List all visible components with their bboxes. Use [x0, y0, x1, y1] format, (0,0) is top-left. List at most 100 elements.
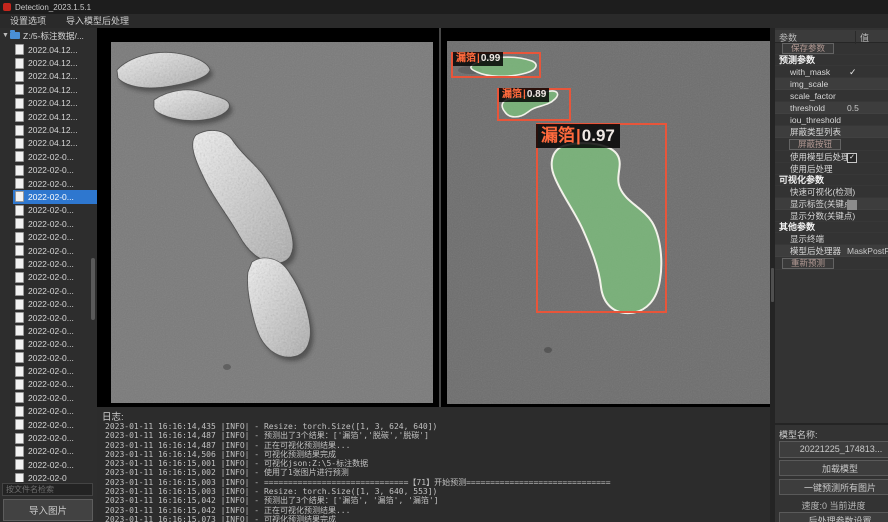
load-model-button[interactable]: 加载模型: [779, 460, 888, 476]
tree-item[interactable]: 2022.04.12...: [13, 83, 97, 96]
param-action-button[interactable]: 重新预测: [782, 258, 834, 269]
checkbox[interactable]: ✓: [847, 153, 857, 163]
tree-item[interactable]: 2022.04.12...: [13, 43, 97, 56]
file-icon: [15, 232, 24, 243]
menu-item[interactable]: 设置选项: [0, 14, 56, 28]
tree-item[interactable]: 2022-02-0...: [13, 150, 97, 163]
postprocess-settings-button[interactable]: 后处理参数设置: [779, 512, 888, 522]
expand-arrow-icon[interactable]: ▼: [2, 32, 10, 39]
tree-scrollbar[interactable]: [91, 258, 95, 320]
tree-item[interactable]: 2022-02-0: [13, 472, 97, 483]
tree-item[interactable]: 2022-02-0...: [13, 405, 97, 418]
log-line: 2023-01-11 16:16:15,002 |INFO| - 使用了1张图片…: [105, 468, 611, 477]
param-action-button[interactable]: 屏蔽按钮: [789, 139, 841, 150]
detection-label-3: 漏箔|0.97: [536, 124, 620, 148]
tree-item[interactable]: 2022-02-0...: [13, 418, 97, 431]
tree-item[interactable]: 2022-02-0...: [13, 351, 97, 364]
tree-item[interactable]: 2022-02-0...: [13, 311, 97, 324]
param-row[interactable]: 屏蔽类型列表: [775, 126, 888, 138]
tree-item[interactable]: 2022-02-0...: [13, 164, 97, 177]
tree-item[interactable]: 2022.04.12...: [13, 70, 97, 83]
file-tree: ▼ Z:/5-标注数据/... 2022.04.12... 2022.04.12…: [0, 28, 97, 482]
tree-root-folder[interactable]: ▼ Z:/5-标注数据/...: [0, 28, 97, 43]
param-label: 其他参数: [779, 222, 815, 232]
tree-item[interactable]: 2022.04.12...: [13, 56, 97, 69]
predict-all-button[interactable]: 一键预测所有图片: [779, 479, 888, 495]
tree-item[interactable]: 2022.04.12...: [13, 137, 97, 150]
file-icon: [15, 312, 24, 323]
tree-item[interactable]: 2022-02-0...: [13, 431, 97, 444]
param-row[interactable]: 重新预测: [775, 257, 888, 270]
param-row[interactable]: 显示终端: [775, 233, 888, 245]
param-value[interactable]: 0.5: [847, 102, 859, 114]
param-label: 使用模型后处理: [790, 152, 850, 162]
tree-item[interactable]: 2022-02-0...: [13, 284, 97, 297]
menu-item[interactable]: 导入模型后处理: [56, 14, 139, 28]
tree-item[interactable]: 2022-02-0...: [13, 177, 97, 190]
tree-item[interactable]: 2022-02-0...: [13, 364, 97, 377]
param-row[interactable]: 快速可视化(检测): [775, 186, 888, 198]
param-value[interactable]: MaskPostPro: [847, 245, 888, 257]
tree-item[interactable]: 2022-02-0...: [13, 244, 97, 257]
file-icon: [15, 339, 24, 350]
param-row[interactable]: 屏蔽按钮: [775, 138, 888, 151]
tree-item[interactable]: 2022-02-0...: [13, 378, 97, 391]
param-row[interactable]: 其他参数: [775, 222, 888, 233]
file-icon: [15, 392, 24, 403]
tree-item[interactable]: 2022-02-0...: [13, 257, 97, 270]
log-line: 2023-01-11 16:16:14,435 |INFO| - Resize:…: [105, 422, 611, 431]
param-row[interactable]: scale_factor: [775, 90, 888, 102]
log-line: 2023-01-11 16:16:15,003 |INFO| - =======…: [105, 478, 611, 487]
title-bar: Detection_2023.1.5.1: [0, 0, 888, 14]
tree-item[interactable]: 2022-02-0...: [13, 445, 97, 458]
param-row[interactable]: 使用模型后处理 ✓: [775, 151, 888, 163]
param-action-button[interactable]: 保存参数: [782, 43, 834, 54]
param-row[interactable]: with_mask ✓: [775, 66, 888, 78]
file-icon: [15, 366, 24, 377]
log-title: 日志:: [102, 409, 124, 423]
param-row[interactable]: threshold 0.5: [775, 102, 888, 114]
file-icon: [15, 111, 24, 122]
params-table: 保存参数 预测参数 with_mask ✓: [775, 42, 888, 270]
tree-item[interactable]: 2022-02-0...: [13, 391, 97, 404]
file-icon: [15, 58, 24, 69]
import-images-button[interactable]: 导入图片: [3, 499, 93, 521]
right-panel-splitter-handle[interactable]: [771, 268, 774, 302]
param-label: 显示标签(关键点): [790, 199, 855, 209]
param-row[interactable]: 可视化参数: [775, 175, 888, 186]
tree-item[interactable]: 2022-02-0...: [13, 190, 97, 203]
tree-item[interactable]: 2022-02-0...: [13, 204, 97, 217]
tree-item[interactable]: 2022-02-0...: [13, 458, 97, 471]
param-row[interactable]: 显示标签(关键点): [775, 198, 888, 210]
tree-item[interactable]: 2022-02-0...: [13, 217, 97, 230]
tree-item[interactable]: 2022-02-0...: [13, 297, 97, 310]
param-row[interactable]: iou_threshold: [775, 114, 888, 126]
param-row[interactable]: 使用后处理: [775, 163, 888, 175]
window-title: Detection_2023.1.5.1: [15, 3, 91, 12]
log-line: 2023-01-11 16:16:14,506 |INFO| - 可视化预测结果…: [105, 450, 611, 459]
tree-item[interactable]: 2022.04.12...: [13, 97, 97, 110]
app-icon: [3, 3, 11, 11]
tree-item[interactable]: 2022-02-0...: [13, 271, 97, 284]
param-row[interactable]: 预测参数: [775, 55, 888, 66]
tree-item[interactable]: 2022-02-0...: [13, 324, 97, 337]
log-lines: 2023-01-11 16:16:14,435 |INFO| - Resize:…: [105, 422, 611, 522]
tree-item[interactable]: 2022-02-0...: [13, 230, 97, 243]
file-icon: [15, 71, 24, 82]
search-input[interactable]: [2, 483, 93, 496]
checkmark-icon[interactable]: ✓: [849, 66, 857, 78]
checkbox[interactable]: [847, 200, 857, 210]
view-splitter[interactable]: [439, 28, 441, 407]
model-name-label: 模型名称:: [779, 428, 818, 441]
tree-item[interactable]: 2022.04.12...: [13, 110, 97, 123]
model-name-field[interactable]: 20221225_174813...: [779, 441, 888, 458]
param-row[interactable]: 显示分数(关键点): [775, 210, 888, 222]
tree-item[interactable]: 2022.04.12...: [13, 123, 97, 136]
tree-item[interactable]: 2022-02-0...: [13, 338, 97, 351]
file-icon: [15, 84, 24, 95]
param-row[interactable]: img_scale: [775, 78, 888, 90]
file-icon: [15, 151, 24, 162]
param-row[interactable]: 模型后处理器 MaskPostPro: [775, 245, 888, 257]
param-row[interactable]: 保存参数: [775, 42, 888, 55]
param-label: with_mask: [790, 67, 830, 77]
